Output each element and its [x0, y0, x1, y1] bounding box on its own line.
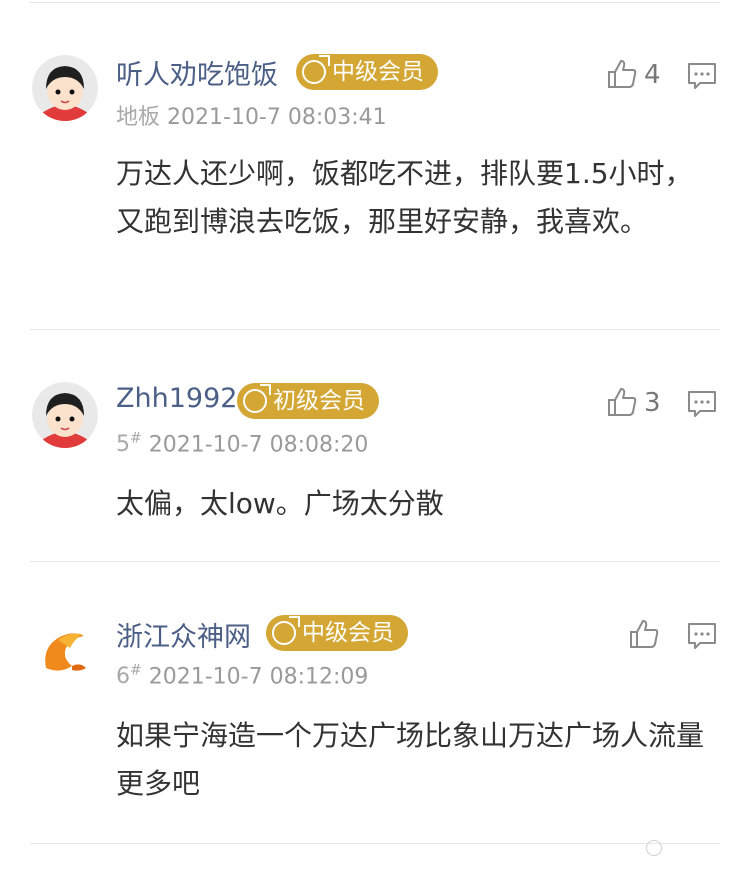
username[interactable]: Zhh1992: [116, 383, 237, 414]
username[interactable]: 听人劝吃饱饭: [116, 53, 278, 92]
comment-button[interactable]: [686, 60, 718, 92]
like-count: 4: [644, 60, 661, 90]
member-badge-label: 初级会员: [273, 388, 365, 414]
watermark-logo-icon: [646, 840, 662, 856]
thumbs-up-icon: [608, 388, 637, 416]
member-badge-label: 中级会员: [332, 59, 424, 85]
comment-text: 万达人还少啊，饭都吃不进，排队要1.5小时，又跑到博浪去吃饭，那里好安静，我喜欢…: [116, 157, 693, 238]
male-symbol-icon: [302, 55, 330, 84]
timestamp: 2021-10-7 08:03:41: [167, 105, 387, 130]
timestamp: 2021-10-7 08:12:09: [148, 664, 369, 690]
comment-meta: 5# 2021-10-7 08:08:20: [116, 431, 368, 457]
comment-item: Zhh1992 初级会员 5# 2021-10-7 08:08:20 3 太偏，…: [0, 330, 750, 562]
timestamp: 2021-10-7 08:08:20: [148, 432, 369, 458]
member-badge: 中级会员: [296, 54, 438, 90]
comment-text: 太偏，太low。广场太分散: [116, 487, 444, 520]
avatar[interactable]: [32, 382, 98, 448]
avatar[interactable]: [32, 618, 98, 684]
floor-label: 地板: [116, 105, 161, 130]
comment-button[interactable]: [686, 620, 718, 652]
thumbs-up-icon: [630, 620, 659, 648]
like-button[interactable]: [628, 618, 664, 652]
comment-meta: 6# 2021-10-7 08:12:09: [116, 663, 368, 689]
member-badge-label: 中级会员: [302, 620, 394, 646]
comment-item: 听人劝吃饱饭 中级会员 地板 2021-10-7 08:03:41 4 万达人还…: [0, 0, 750, 330]
floor-number: 5#: [116, 431, 142, 458]
like-button[interactable]: 4: [606, 58, 666, 92]
username[interactable]: 浙江众神网: [116, 615, 251, 654]
comment-text: 如果宁海造一个万达广场比象山万达广场人流量更多吧: [116, 719, 705, 800]
comment-bubble-icon: [688, 391, 716, 417]
member-badge: 中级会员: [266, 615, 408, 651]
like-count: 3: [644, 388, 661, 418]
like-button[interactable]: 3: [606, 386, 666, 420]
comment-meta: 地板 2021-10-7 08:03:41: [116, 99, 387, 131]
comment-button[interactable]: [686, 388, 718, 420]
floor-number: 6#: [116, 663, 142, 690]
comment-bubble-icon: [688, 623, 716, 649]
comment-item: 浙江众神网 中级会员 6# 2021-10-7 08:12:09 如果宁海造一个…: [0, 562, 750, 844]
bottom-divider: [30, 843, 720, 844]
male-symbol-icon: [272, 616, 300, 645]
comment-bubble-icon: [688, 63, 716, 89]
male-symbol-icon: [243, 384, 271, 413]
avatar[interactable]: [32, 55, 98, 121]
thumbs-up-icon: [608, 60, 637, 88]
watermark: [646, 840, 666, 856]
member-badge: 初级会员: [237, 383, 379, 419]
